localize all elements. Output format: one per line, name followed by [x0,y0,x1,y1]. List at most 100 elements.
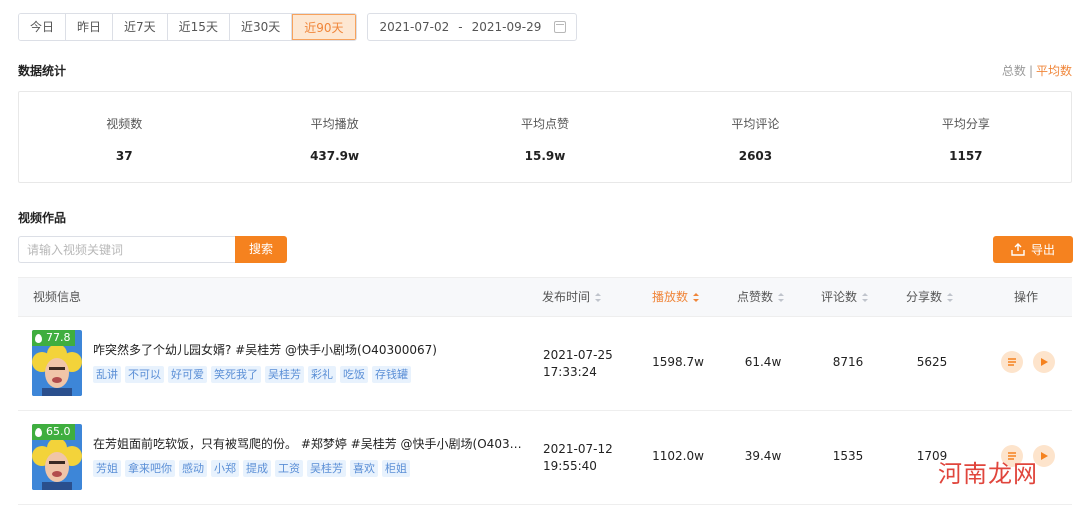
stat-label: 平均评论 [731,117,780,131]
search-button[interactable]: 搜索 [235,236,287,263]
export-icon [1011,243,1025,256]
tag[interactable]: 工资 [275,460,303,477]
export-button[interactable]: 导出 [993,236,1073,263]
tag[interactable]: 吴桂芳 [265,366,304,383]
tag[interactable]: 乱讲 [93,366,121,383]
toggle-average[interactable]: 平均数 [1036,64,1072,78]
flame-icon [35,333,42,343]
publish-date: 2021-07-25 [543,348,613,362]
table-header: 视频信息 发布时间 播放数 点赞数 评论数 分享数 操作 [18,277,1072,317]
preset-7-days-button[interactable]: 近7天 [113,14,168,40]
tag[interactable]: 吃饭 [340,366,368,383]
video-title[interactable]: 咋突然多了个幼儿园女婿? #吴桂芳 @快手小剧场(O40300067) [93,341,525,358]
column-comments[interactable]: 评论数 [821,278,869,316]
tag-list: 乱讲 不可以 好可爱 笑死我了 吴桂芳 彩礼 吃饭 存钱罐 [93,366,415,383]
score-value: 77.8 [46,331,71,344]
site-watermark: 河南龙网 [938,460,1038,488]
column-shares[interactable]: 分享数 [906,278,954,316]
date-range-picker[interactable]: 2021-07-02 - 2021-09-29 [366,13,577,41]
video-thumbnail[interactable]: 77.8 [32,330,82,396]
plays-value: 1598.7w [652,355,704,369]
stat-label: 视频数 [106,117,143,131]
sort-icon [778,293,785,302]
comments-value: 1535 [832,449,864,463]
column-label: 分享数 [906,290,943,304]
end-date: 2021-09-29 [471,20,542,34]
publish-clock: 19:55:40 [543,459,597,473]
tag[interactable]: 好可爱 [168,366,207,383]
export-label: 导出 [1030,243,1055,257]
video-search: 搜索 [18,236,287,263]
tag[interactable]: 提成 [243,460,271,477]
stat-label: 平均点赞 [521,117,570,131]
column-label: 点赞数 [737,290,774,304]
score-badge: 65.0 [32,424,75,440]
column-video-info: 视频信息 [33,290,82,304]
sort-icon [862,293,869,302]
play-icon [1041,358,1048,366]
video-thumbnail[interactable]: 65.0 [32,424,82,490]
list-icon [1008,358,1016,366]
tag[interactable]: 感动 [179,460,207,477]
stat-video-count: 视频数 37 [19,92,229,182]
tag[interactable]: 芳姐 [93,460,121,477]
preset-15-days-button[interactable]: 近15天 [167,14,230,40]
toggle-total[interactable]: 总数 [1002,64,1026,78]
tag[interactable]: 小郑 [211,460,239,477]
stat-avg-likes: 平均点赞 15.9w [440,92,650,182]
preset-90-days-button[interactable]: 近90天 [292,14,356,40]
sort-icon [947,293,954,302]
date-preset-group: 今日 昨日 近7天 近15天 近30天 近90天 [18,13,357,41]
publish-time: 2021-07-12 19:55:40 [543,441,613,475]
column-publish-time[interactable]: 发布时间 [542,278,602,316]
shares-value: 5625 [916,355,948,369]
flame-icon [35,427,42,437]
publish-clock: 17:33:24 [543,365,597,379]
table-row: 65.0 在芳姐面前吃软饭，只有被骂爬的份。 #郑梦婷 #吴桂芳 @快手小剧场(… [18,411,1072,505]
preset-30-days-button[interactable]: 近30天 [229,14,293,40]
tag[interactable]: 存钱罐 [372,366,411,383]
stats-panel: 视频数 37 平均播放 437.9w 平均点赞 15.9w 平均评论 2603 … [18,91,1072,183]
detail-button[interactable] [1001,351,1023,373]
tag[interactable]: 吴桂芳 [307,460,346,477]
comments-value: 8716 [832,355,864,369]
plays-value: 1102.0w [652,449,704,463]
toggle-separator: | [1028,64,1033,78]
tag[interactable]: 喜欢 [350,460,378,477]
column-likes[interactable]: 点赞数 [737,278,785,316]
likes-value: 39.4w [744,449,782,463]
tag[interactable]: 笑死我了 [211,366,261,383]
tag[interactable]: 彩礼 [308,366,336,383]
calendar-icon[interactable] [553,21,566,33]
video-title[interactable]: 在芳姐面前吃软饭，只有被骂爬的份。 #郑梦婷 #吴桂芳 @快手小剧场(O4030… [93,435,525,452]
play-icon [1041,452,1048,460]
score-value: 65.0 [46,425,71,438]
search-input[interactable] [18,236,235,263]
column-label: 发布时间 [542,290,591,304]
column-label: 播放数 [652,290,689,304]
play-button[interactable] [1033,351,1055,373]
stat-value: 37 [115,149,133,163]
stat-label: 平均播放 [310,117,359,131]
tag[interactable]: 不可以 [125,366,164,383]
thumbnail-image [32,440,82,490]
tag[interactable]: 柜姐 [382,460,410,477]
column-actions: 操作 [1014,290,1039,304]
stat-value: 437.9w [310,149,360,163]
tag[interactable]: 拿来吧你 [125,460,175,477]
stat-avg-shares: 平均分享 1157 [861,92,1071,182]
thumbnail-image [32,346,82,396]
column-label: 评论数 [821,290,858,304]
tag-list: 芳姐 拿来吧你 感动 小郑 提成 工资 吴桂芳 喜欢 柜姐 [93,460,414,477]
publish-date: 2021-07-12 [543,442,613,456]
preset-today-button[interactable]: 今日 [19,14,67,40]
table-row: 77.8 咋突然多了个幼儿园女婿? #吴桂芳 @快手小剧场(O40300067)… [18,317,1072,411]
likes-value: 61.4w [744,355,782,369]
stat-value: 2603 [738,149,773,163]
stats-mode-toggle: 总数 | 平均数 [1002,62,1072,79]
stat-value: 15.9w [524,149,566,163]
stat-value: 1157 [949,149,983,163]
column-plays[interactable]: 播放数 [652,278,700,316]
stat-label: 平均分享 [941,117,990,131]
preset-yesterday-button[interactable]: 昨日 [66,14,114,40]
